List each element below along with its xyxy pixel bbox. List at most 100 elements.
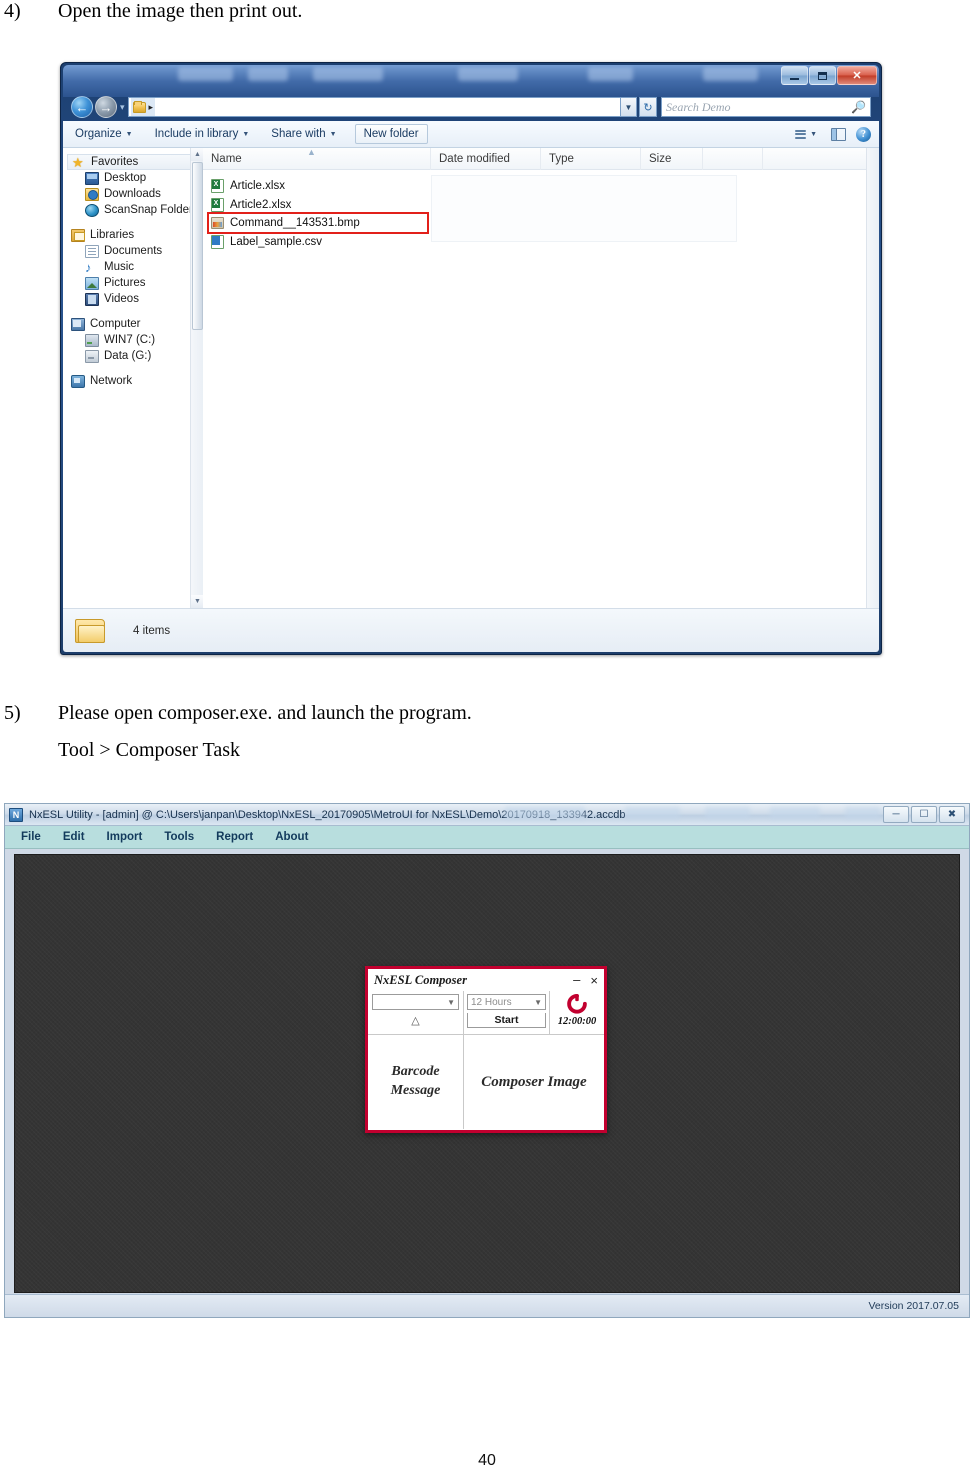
sidebar-item-computer[interactable]: Computer — [69, 316, 203, 332]
sort-ascending-icon: ▲ — [307, 147, 316, 157]
organize-button[interactable]: Organize ▼ — [71, 125, 137, 143]
scrollbar-thumb[interactable] — [192, 162, 203, 330]
sidebar-label: WIN7 (C:) — [104, 334, 156, 346]
view-list-icon — [795, 129, 807, 139]
refresh-icon[interactable]: ↻ — [639, 97, 657, 117]
column-header-type[interactable]: Type — [541, 147, 641, 170]
sidebar-item-libraries[interactable]: Libraries — [69, 227, 203, 243]
duration-select[interactable]: 12 Hours ▼ — [467, 994, 546, 1010]
address-dropdown-icon[interactable]: ▼ — [621, 97, 637, 117]
change-view-button[interactable]: ▼ — [791, 127, 821, 142]
explorer-window-controls: ✕ — [781, 66, 877, 85]
navigation-pane: Favorites Desktop Downloads ScanSnap Fol… — [63, 148, 204, 608]
chevron-down-icon: ▼ — [125, 130, 133, 138]
include-in-library-button[interactable]: Include in library ▼ — [151, 125, 254, 143]
barcode-panel-line2: Message — [390, 1083, 441, 1098]
search-icon: 🔍 — [851, 100, 866, 114]
table-row[interactable]: Article2.xlsx — [209, 195, 866, 214]
restore-button[interactable]: ☐ — [911, 806, 937, 823]
composer-image-panel[interactable]: Composer Image — [464, 1035, 604, 1129]
nav-group-network: Network — [69, 373, 203, 389]
sidebar-item-favorites[interactable]: Favorites — [67, 154, 203, 170]
menu-item-import[interactable]: Import — [107, 831, 143, 843]
menu-item-about[interactable]: About — [275, 831, 308, 843]
page-number: 40 — [478, 1452, 496, 1469]
nxesl-status-bar: Version 2017.07.05 — [5, 1294, 969, 1317]
nxesl-window-controls: ─ ☐ ✖ — [883, 806, 965, 823]
table-row[interactable]: Label_sample.csv — [209, 232, 866, 251]
network-icon — [71, 374, 85, 388]
sidebar-item-pictures[interactable]: Pictures — [69, 275, 203, 291]
sidebar-item-videos[interactable]: Videos — [69, 291, 203, 307]
explorer-command-bar: Organize ▼ Include in library ▼ Share wi… — [63, 121, 879, 148]
composer-refresh-column: 12:00:00 — [550, 991, 604, 1034]
breadcrumb[interactable]: ▸ — [130, 98, 156, 116]
composer-title: NxESL Composer — [374, 972, 467, 987]
composer-time: 12:00:00 — [557, 1016, 597, 1027]
sidebar-label: Videos — [104, 293, 139, 305]
explorer-address-row: ← → ▾ ▸ ▼ ↻ Search Demo 🔍 — [63, 93, 879, 121]
minimize-button[interactable]: ─ — [883, 806, 909, 823]
nav-group-favorites: Favorites Desktop Downloads ScanSnap Fol… — [67, 154, 203, 218]
sidebar-item-documents[interactable]: Documents — [69, 243, 203, 259]
menu-item-tools[interactable]: Tools — [164, 831, 194, 843]
windows-explorer-window: ✕ ← → ▾ ▸ ▼ ↻ Search Demo 🔍 Organize ▼ I… — [60, 62, 882, 655]
scansnap-icon — [85, 203, 99, 217]
sidebar-item-downloads[interactable]: Downloads — [69, 186, 203, 202]
sidebar-item-win7-c[interactable]: WIN7 (C:) — [69, 332, 203, 348]
start-button[interactable]: Start — [467, 1013, 546, 1028]
document-icon — [85, 244, 99, 258]
warning-icon: △ — [411, 1015, 420, 1027]
sidebar-item-scansnap-folder[interactable]: ScanSnap Folder — [69, 202, 203, 218]
sidebar-label: Documents — [104, 245, 163, 257]
forward-icon[interactable]: → — [95, 96, 117, 118]
sidebar-label: Favorites — [91, 156, 139, 168]
menu-item-report[interactable]: Report — [216, 831, 253, 843]
menu-item-edit[interactable]: Edit — [63, 831, 85, 843]
file-list-scrollbar[interactable] — [866, 148, 879, 608]
close-button[interactable]: × — [590, 973, 598, 988]
file-name: Article2.xlsx — [230, 198, 292, 211]
sidebar-item-data-g[interactable]: Data (G:) — [69, 348, 203, 364]
hard-drive-icon — [85, 333, 99, 347]
column-header-name[interactable]: Name — [203, 147, 431, 170]
minimize-button[interactable] — [781, 66, 808, 85]
sidebar-label: ScanSnap Folder — [104, 204, 193, 216]
excel-file-icon — [211, 178, 224, 193]
nxesl-menu-bar: File Edit Import Tools Report About — [5, 826, 969, 849]
sidebar-item-desktop[interactable]: Desktop — [69, 170, 203, 186]
minimize-button[interactable]: – — [573, 973, 580, 986]
close-button[interactable]: ✖ — [939, 806, 965, 823]
folder-icon-large — [75, 618, 105, 643]
step-5-text-line2: Tool > Composer Task — [58, 739, 240, 761]
preview-pane-icon[interactable] — [831, 127, 846, 141]
new-folder-button[interactable]: New folder — [354, 124, 428, 144]
sidebar-item-music[interactable]: Music — [69, 259, 203, 275]
back-icon[interactable]: ← — [71, 96, 93, 118]
file-name: Article.xlsx — [230, 179, 285, 192]
menu-item-file[interactable]: File — [21, 831, 41, 843]
step-5-text-line1: Please open composer.exe. and launch the… — [58, 702, 472, 724]
close-button[interactable]: ✕ — [837, 66, 877, 85]
column-header-extra[interactable] — [703, 147, 763, 170]
nav-pane-scrollbar[interactable]: ▲ ▼ — [190, 148, 204, 608]
column-header-date-modified[interactable]: Date modified — [431, 147, 541, 170]
composer-panels: Barcode Message Composer Image — [368, 1035, 604, 1129]
composer-controls: ▼ △ 12 Hours ▼ Start 12:00:00 — [368, 991, 604, 1035]
chevron-down-icon: ▼ — [534, 997, 542, 1007]
star-icon — [72, 156, 86, 169]
column-header-size[interactable]: Size — [641, 147, 703, 170]
address-bar[interactable]: ▸ — [127, 97, 621, 117]
chevron-down-icon: ▼ — [242, 130, 250, 138]
table-row-highlighted[interactable]: Command__143531.bmp — [207, 212, 429, 234]
sidebar-item-network[interactable]: Network — [69, 373, 203, 389]
barcode-message-panel[interactable]: Barcode Message — [368, 1035, 464, 1129]
sidebar-label: Data (G:) — [104, 350, 152, 362]
maximize-button[interactable] — [809, 66, 836, 85]
search-input[interactable]: Search Demo 🔍 — [661, 97, 871, 117]
source-select[interactable]: ▼ — [372, 994, 459, 1010]
share-with-button[interactable]: Share with ▼ — [267, 125, 340, 143]
refresh-icon[interactable] — [566, 993, 588, 1015]
help-icon[interactable]: ? — [856, 126, 871, 142]
table-row[interactable]: Article.xlsx — [209, 176, 866, 195]
